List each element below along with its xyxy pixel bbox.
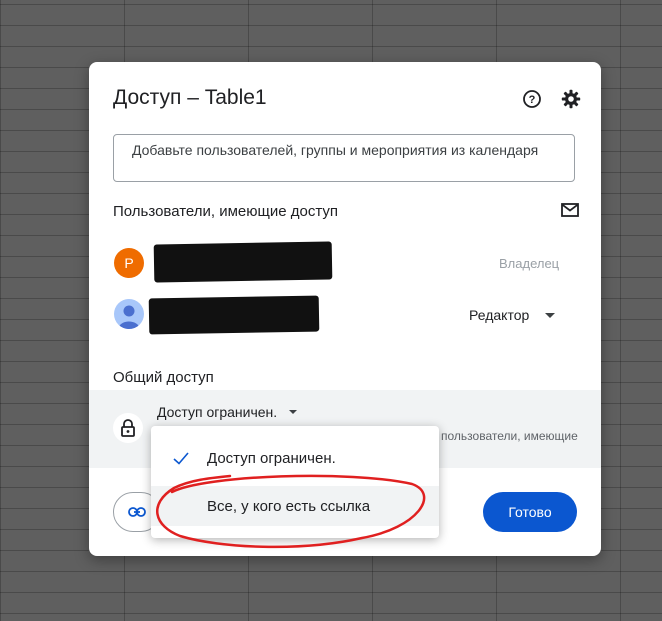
chevron-down-icon <box>545 312 556 318</box>
owner-role-label: Владелец <box>499 256 560 271</box>
people-with-access-title: Пользователи, имеющие доступ <box>113 203 339 220</box>
general-access-dropdown[interactable]: Доступ ограничен. <box>157 404 298 420</box>
chevron-down-icon <box>289 410 298 414</box>
done-button[interactable]: Готово <box>483 492 577 532</box>
menu-item-restricted[interactable]: Доступ ограничен. <box>151 438 439 478</box>
general-access-title: Общий доступ <box>113 369 214 386</box>
menu-item-label: Все, у кого есть ссылка <box>207 497 371 515</box>
editor-role-dropdown[interactable]: Редактор <box>469 307 556 323</box>
link-icon <box>128 507 146 517</box>
checkmark-icon <box>173 452 189 465</box>
mail-icon[interactable] <box>561 203 579 217</box>
redacted-user-info <box>148 295 320 335</box>
access-options-menu: Доступ ограничен. Все, у кого есть ссылк… <box>151 426 439 538</box>
svg-text:?: ? <box>529 94 536 106</box>
editor-role-label: Редактор <box>469 307 530 323</box>
menu-item-anyone-with-link[interactable]: Все, у кого есть ссылка <box>151 486 439 526</box>
add-people-placeholder: Добавьте пользователей, группы и меропри… <box>132 142 539 158</box>
redacted-user-info <box>153 241 333 283</box>
avatar <box>114 299 144 329</box>
general-access-value: Доступ ограничен. <box>157 404 278 420</box>
lock-icon <box>113 413 143 443</box>
avatar-letter: P <box>124 255 134 271</box>
help-circle-icon[interactable]: ? <box>521 88 543 110</box>
gear-icon[interactable] <box>560 88 582 110</box>
menu-item-label: Доступ ограничен. <box>207 449 336 467</box>
add-people-input[interactable]: Добавьте пользователей, группы и меропри… <box>113 134 575 182</box>
avatar: P <box>114 248 144 278</box>
general-access-description: пользователи, имеющие <box>441 429 578 443</box>
person-icon <box>118 305 140 329</box>
dialog-title: Доступ – Table1 <box>113 86 267 109</box>
